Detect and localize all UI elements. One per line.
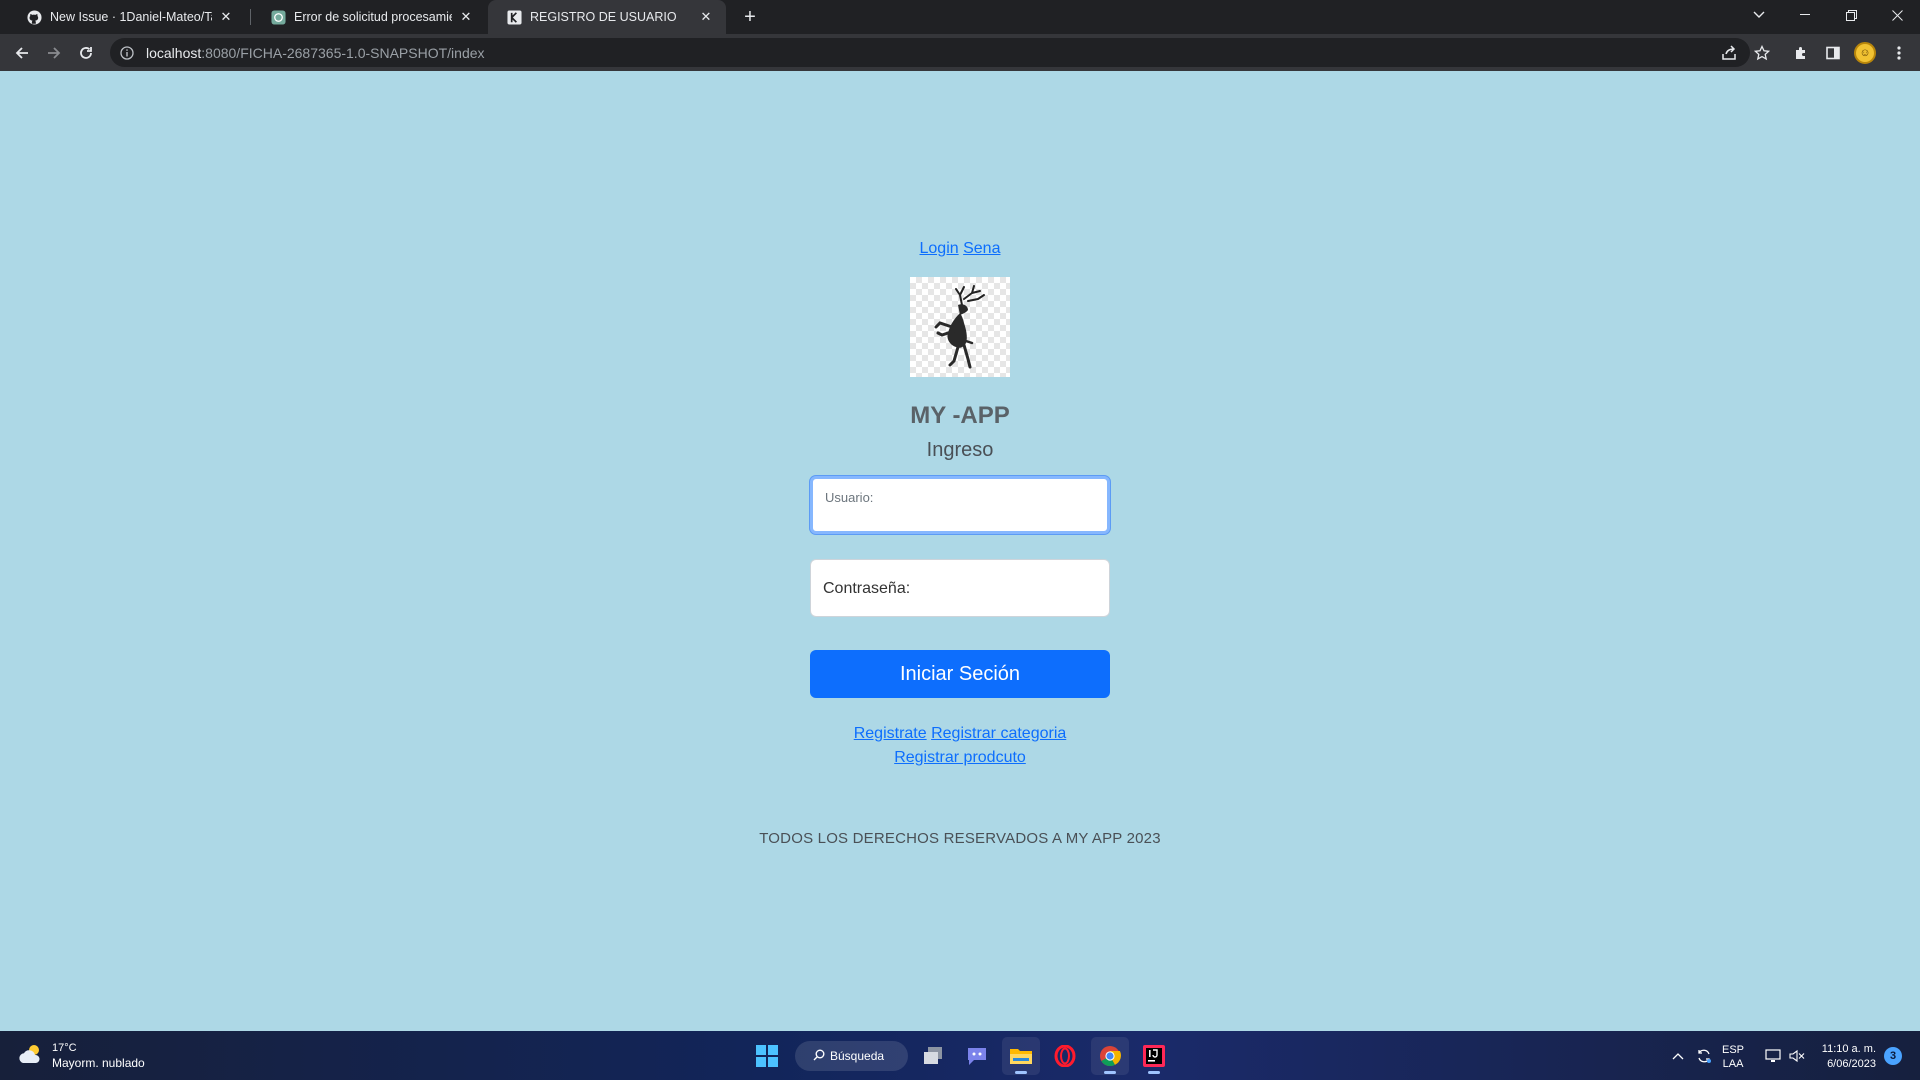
- registrate-link[interactable]: Registrate: [854, 725, 927, 742]
- weather-temperature: 17°C: [52, 1042, 77, 1054]
- notification-badge[interactable]: 3: [1884, 1047, 1902, 1065]
- browser-toolbar: localhost:8080/FICHA-2687365-1.0-SNAPSHO…: [0, 34, 1920, 71]
- tab-divider: [250, 9, 251, 25]
- menu-kebab-icon[interactable]: [1886, 40, 1912, 66]
- running-indicator: [1015, 1071, 1027, 1074]
- password-field[interactable]: Contraseña:: [810, 559, 1110, 617]
- tab-title: Error de solicitud procesamiento: [294, 10, 452, 24]
- stag-logo: [910, 277, 1010, 377]
- weather-widget[interactable]: 17°C Mayorm. nublado: [18, 1041, 145, 1071]
- speaker-muted-icon[interactable]: [1786, 1031, 1808, 1080]
- close-icon[interactable]: ✕: [698, 9, 714, 25]
- app-title: MY -APP: [910, 402, 1010, 429]
- search-label: Búsqueda: [830, 1049, 885, 1063]
- login-submit-button[interactable]: Iniciar Seción: [810, 650, 1110, 698]
- tab-error-solicitud[interactable]: Error de solicitud procesamiento ✕: [252, 0, 486, 34]
- clock-time: 11:10 a. m.: [1821, 1043, 1876, 1055]
- site-info-icon[interactable]: [118, 44, 136, 62]
- opera-browser-icon[interactable]: [1046, 1037, 1084, 1075]
- taskbar-search[interactable]: Búsqueda: [795, 1041, 908, 1071]
- search-icon: [813, 1049, 825, 1064]
- tab-title: New Issue · 1Daniel-Mateo/Taller: [50, 10, 212, 24]
- sync-icon[interactable]: [1692, 1031, 1716, 1080]
- language-indicator[interactable]: ESP LAA: [1722, 1043, 1744, 1071]
- restore-button[interactable]: [1828, 0, 1874, 30]
- footer-copyright: TODOS LOS DERECHOS RESERVADOS A MY APP 2…: [759, 830, 1161, 847]
- chrome-browser-icon[interactable]: [1091, 1037, 1129, 1075]
- top-links: Login Sena: [0, 240, 1920, 258]
- sena-link[interactable]: Sena: [963, 240, 1000, 257]
- running-indicator: [1104, 1071, 1116, 1074]
- register-links: Registrate Registrar categoria: [0, 725, 1920, 743]
- close-window-button[interactable]: [1874, 0, 1920, 30]
- url-text: localhost:8080/FICHA-2687365-1.0-SNAPSHO…: [146, 45, 485, 61]
- running-indicator: [1148, 1071, 1160, 1074]
- weather-condition: Mayorm. nublado: [52, 1056, 145, 1070]
- url-path: :8080/FICHA-2687365-1.0-SNAPSHOT/index: [201, 44, 485, 61]
- teams-chat-icon[interactable]: [958, 1037, 996, 1075]
- language-top: ESP: [1722, 1044, 1745, 1056]
- clock-date: 6/06/2023: [1827, 1058, 1876, 1070]
- password-label: Contraseña:: [823, 580, 911, 597]
- browser-tab-bar: New Issue · 1Daniel-Mateo/Taller ✕ Error…: [0, 0, 1920, 34]
- new-tab-button[interactable]: +: [738, 5, 762, 29]
- register-product-links: Registrar prodcuto: [0, 749, 1920, 767]
- side-panel-icon[interactable]: [1820, 40, 1846, 66]
- tab-new-issue[interactable]: New Issue · 1Daniel-Mateo/Taller ✕: [8, 0, 246, 34]
- forward-button[interactable]: [41, 40, 67, 66]
- minimize-button[interactable]: [1782, 0, 1828, 30]
- usuario-field[interactable]: Usuario:: [810, 476, 1110, 534]
- page-content: Login Sena MY -APP Ingreso Usuario: Cont…: [0, 71, 1920, 1031]
- reload-button[interactable]: [73, 40, 99, 66]
- page-subtitle: Ingreso: [926, 439, 994, 461]
- close-icon[interactable]: ✕: [218, 9, 234, 25]
- back-button[interactable]: [9, 40, 35, 66]
- registrar-producto-link[interactable]: Registrar prodcuto: [894, 749, 1026, 766]
- task-view-icon[interactable]: [914, 1037, 952, 1075]
- address-bar[interactable]: localhost:8080/FICHA-2687365-1.0-SNAPSHO…: [110, 38, 1750, 67]
- url-host: localhost: [146, 44, 202, 61]
- tab-search-chevron-icon[interactable]: [1736, 0, 1782, 30]
- usuario-label: Usuario:: [825, 490, 874, 505]
- registrar-categoria-link[interactable]: Registrar categoria: [931, 725, 1066, 742]
- system-clock[interactable]: 11:10 a. m. 6/06/2023: [1818, 1042, 1876, 1072]
- file-explorer-icon[interactable]: [1002, 1037, 1040, 1075]
- extensions-puzzle-icon[interactable]: [1788, 40, 1814, 66]
- network-icon[interactable]: [1762, 1031, 1784, 1080]
- login-link[interactable]: Login: [920, 240, 959, 257]
- tab-title: REGISTRO DE USUARIO: [530, 10, 677, 24]
- windows-taskbar: 17°C Mayorm. nublado Búsqueda ESP LAA 11…: [0, 1031, 1920, 1080]
- chatgpt-icon: [270, 9, 286, 25]
- tab-registro-usuario[interactable]: REGISTRO DE USUARIO ✕: [488, 0, 726, 34]
- profile-avatar[interactable]: ☺: [1854, 42, 1876, 64]
- share-icon[interactable]: [1716, 40, 1742, 66]
- intellij-idea-icon[interactable]: [1135, 1037, 1173, 1075]
- chevron-up-icon[interactable]: [1668, 1031, 1688, 1080]
- github-icon: [26, 9, 42, 25]
- page-icon: [506, 9, 522, 25]
- language-bottom: LAA: [1722, 1058, 1744, 1070]
- cloud-sun-icon: [18, 1043, 44, 1070]
- bookmark-star-icon[interactable]: [1749, 40, 1775, 66]
- close-icon[interactable]: ✕: [458, 9, 474, 25]
- windows-start-icon[interactable]: [748, 1037, 786, 1075]
